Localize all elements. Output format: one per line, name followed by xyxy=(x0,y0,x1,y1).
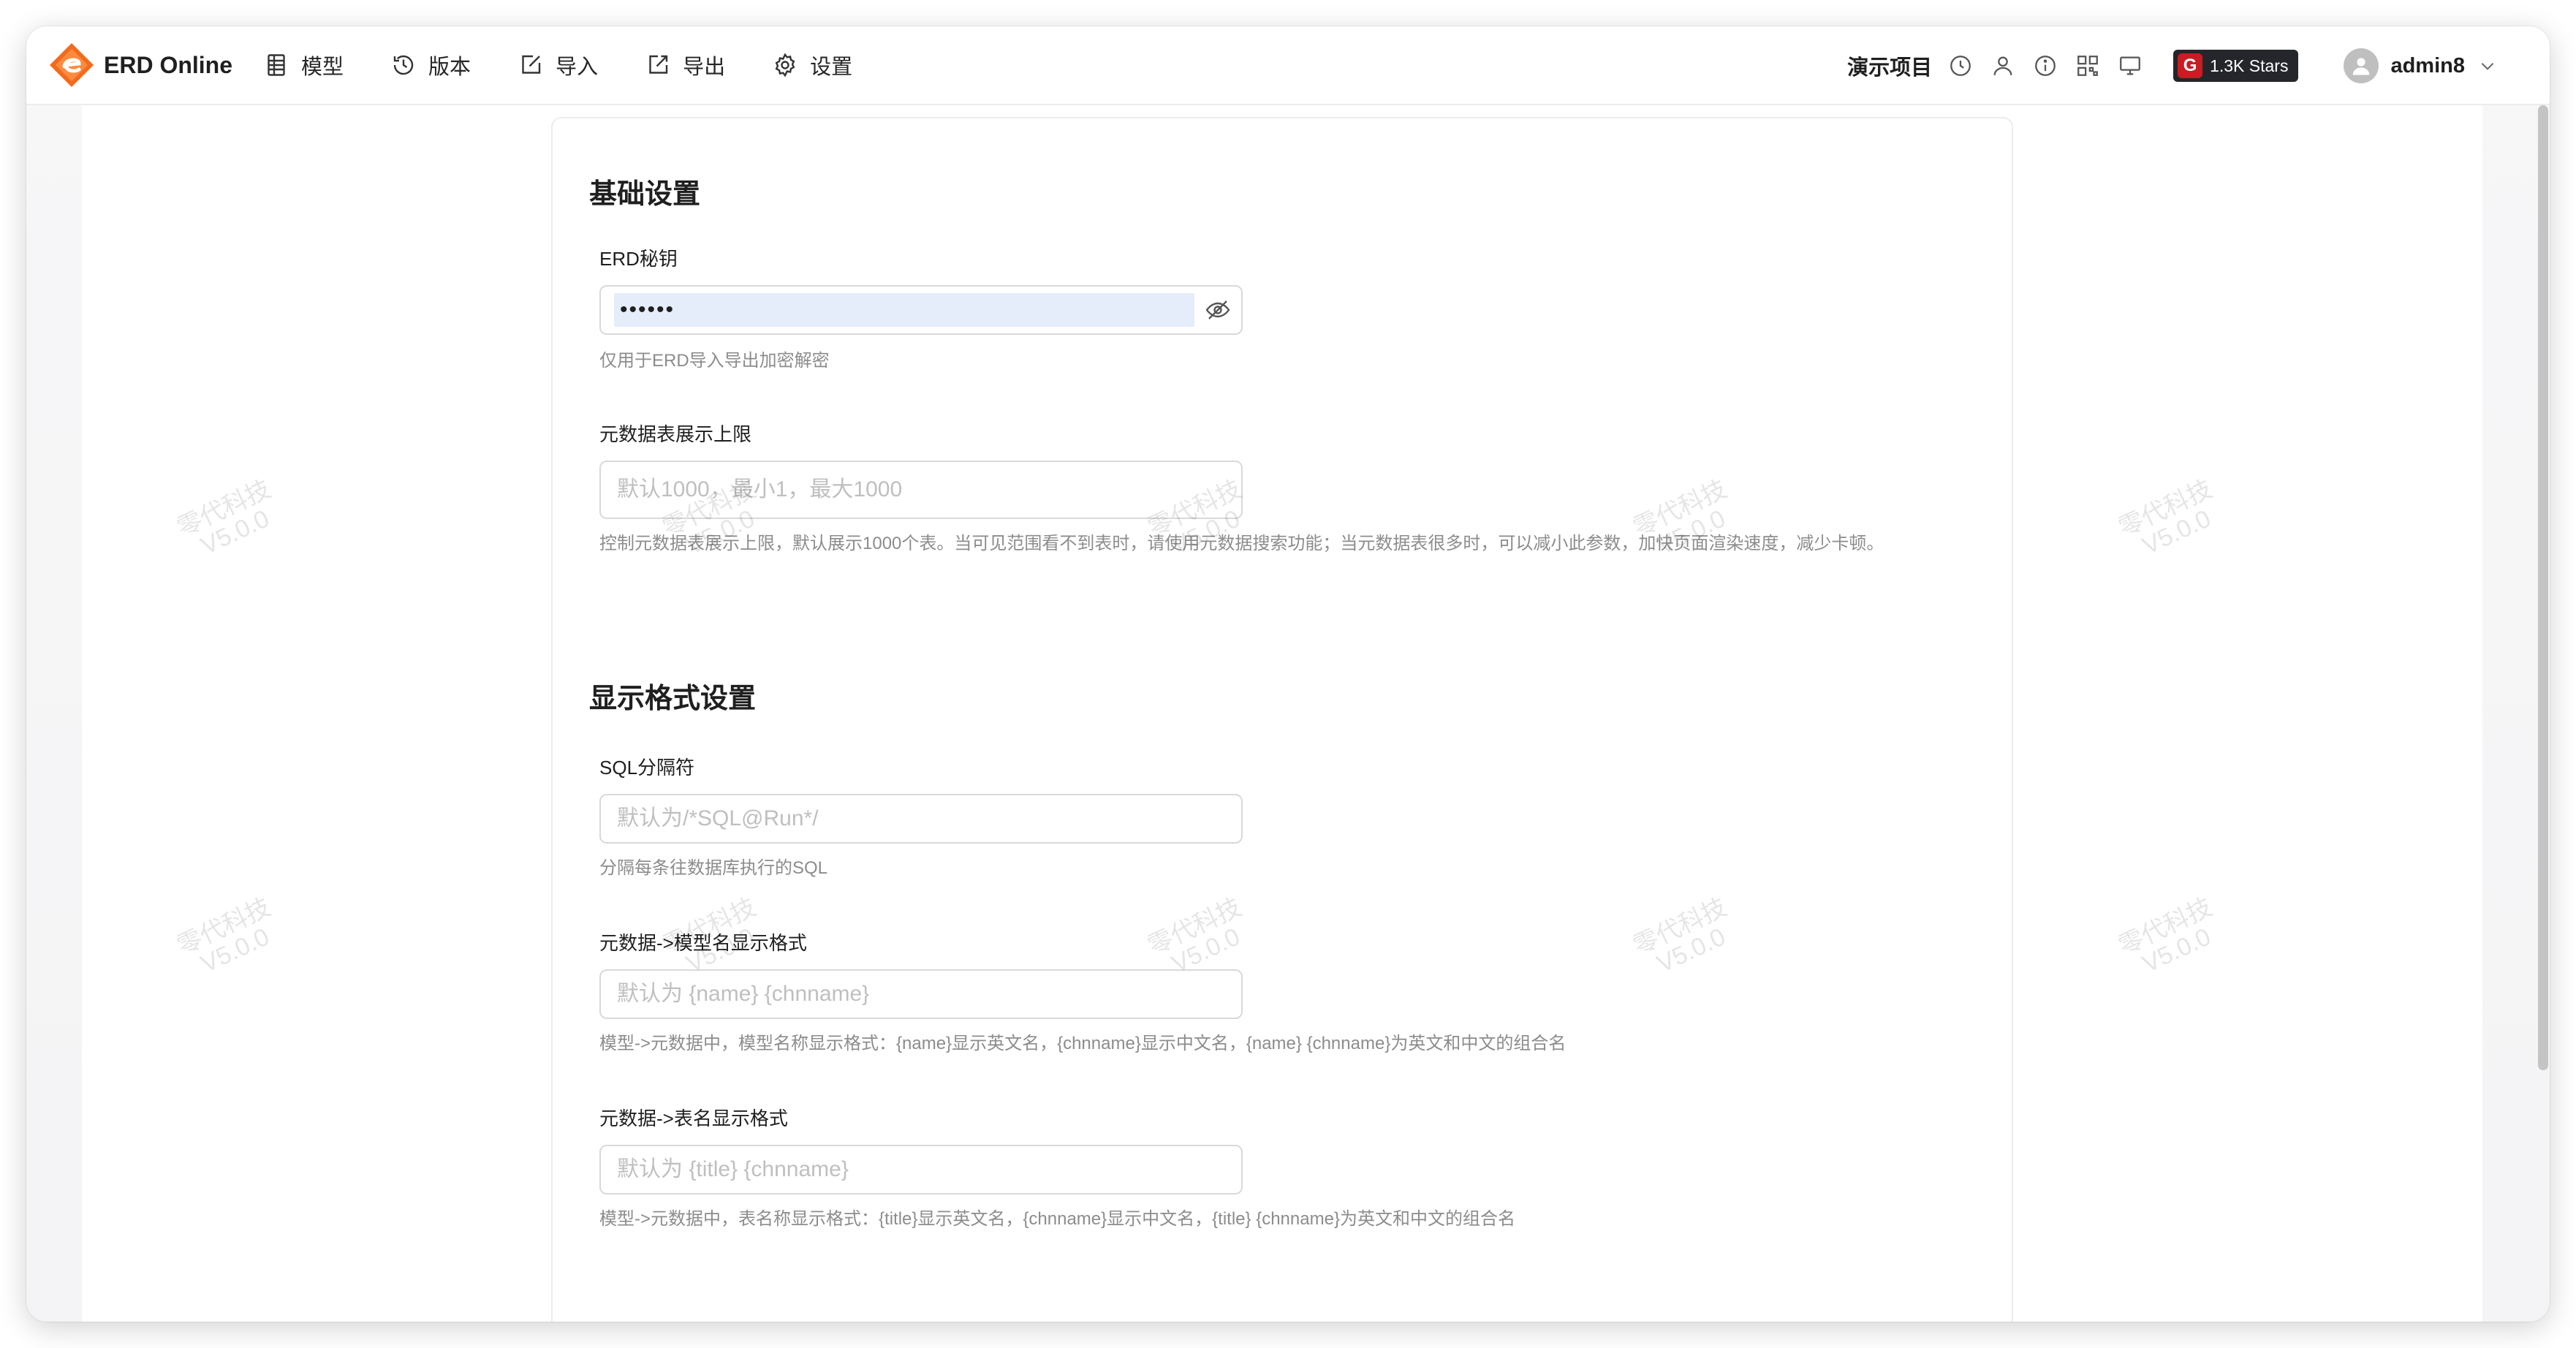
meta-limit-input-box[interactable] xyxy=(599,461,1243,519)
user-icon[interactable] xyxy=(1990,53,2015,78)
nav-item-settings[interactable]: 设置 xyxy=(772,50,852,80)
import-icon xyxy=(522,55,541,74)
app-window: ERD Online 模型 版本 导入 导出 设置 演示项目 G 1.3K St… xyxy=(26,26,2550,1322)
user-menu[interactable]: admin8 xyxy=(2344,48,2497,83)
gear-icon xyxy=(775,53,795,77)
clock-icon[interactable] xyxy=(1948,53,1973,78)
model-format-help: 模型->元数据中，模型名称显示格式：{name}显示英文名，{chnname}显… xyxy=(599,1034,1567,1053)
nav-item-import[interactable]: 导入 xyxy=(518,50,598,80)
avatar xyxy=(2344,48,2379,83)
nav-item-export[interactable]: 导出 xyxy=(645,50,725,80)
erd-key-help: 仅用于ERD导入导出加密解密 xyxy=(599,351,830,371)
table-format-input[interactable] xyxy=(617,1146,1225,1193)
nav-item-model[interactable]: 模型 xyxy=(263,50,344,80)
table-icon xyxy=(268,54,285,76)
erd-logo-icon xyxy=(50,43,94,87)
table-format-label: 元数据->表名显示格式 xyxy=(599,1107,788,1129)
username: admin8 xyxy=(2390,53,2465,77)
settings-card: 基础设置 ERD秘钥 •••••• 仅用于ERD导入导出加密解密 元数据表展示上… xyxy=(551,117,2013,1322)
erd-key-input[interactable]: •••••• xyxy=(599,285,1243,335)
erd-key-value: •••••• xyxy=(614,293,1194,327)
sql-separator-input-box[interactable] xyxy=(599,794,1243,844)
top-header: ERD Online 模型 版本 导入 导出 设置 演示项目 G 1.3K St… xyxy=(26,26,2550,105)
model-format-input-box[interactable] xyxy=(599,969,1243,1019)
nav-item-label: 导入 xyxy=(556,56,599,79)
meta-limit-label: 元数据表展示上限 xyxy=(599,423,752,445)
meta-limit-input[interactable] xyxy=(617,462,1225,518)
export-icon xyxy=(649,55,668,74)
header-right: 演示项目 G 1.3K Stars admin8 xyxy=(1847,26,2497,105)
stars-count: 1.3K Stars xyxy=(2210,56,2289,75)
github-stars-badge[interactable]: G 1.3K Stars xyxy=(2173,50,2299,82)
app-logo[interactable]: ERD Online xyxy=(47,40,232,90)
section-title-basic: 基础设置 xyxy=(589,179,701,210)
eye-invisible-icon[interactable] xyxy=(1205,297,1231,323)
info-icon[interactable] xyxy=(2033,53,2058,78)
history-icon xyxy=(393,55,414,75)
main-nav: 模型 版本 导入 导出 设置 xyxy=(263,50,899,80)
avatar-user-icon xyxy=(2353,58,2370,75)
project-name[interactable]: 演示项目 xyxy=(1847,50,1932,81)
gitee-logo-icon: G xyxy=(2178,53,2203,78)
desktop-icon[interactable] xyxy=(2118,53,2143,78)
nav-item-version[interactable]: 版本 xyxy=(390,50,471,80)
vertical-scrollbar[interactable] xyxy=(2538,105,2548,1070)
model-format-input[interactable] xyxy=(617,971,1225,1018)
table-format-input-box[interactable] xyxy=(599,1145,1243,1194)
sql-separator-label: SQL分隔符 xyxy=(599,757,695,779)
nav-item-label: 设置 xyxy=(810,56,853,79)
nav-item-label: 模型 xyxy=(301,56,344,79)
sql-separator-help: 分隔每条往数据库执行的SQL xyxy=(599,858,828,878)
meta-limit-help: 控制元数据表展示上限，默认展示1000个表。当可见范围看不到表时，请使用元数据搜… xyxy=(599,534,1884,553)
nav-item-label: 版本 xyxy=(428,56,471,79)
section-title-display: 显示格式设置 xyxy=(589,684,757,714)
app-title: ERD Online xyxy=(104,51,233,78)
erd-key-label: ERD秘钥 xyxy=(599,248,678,270)
sql-separator-input[interactable] xyxy=(617,795,1225,842)
chevron-down-icon xyxy=(2481,63,2494,70)
qrcode-icon[interactable] xyxy=(2075,53,2100,78)
nav-item-label: 导出 xyxy=(683,56,726,79)
table-format-help: 模型->元数据中，表名称显示格式：{title}显示英文名，{chnname}显… xyxy=(599,1209,1515,1229)
model-format-label: 元数据->模型名显示格式 xyxy=(599,932,807,954)
